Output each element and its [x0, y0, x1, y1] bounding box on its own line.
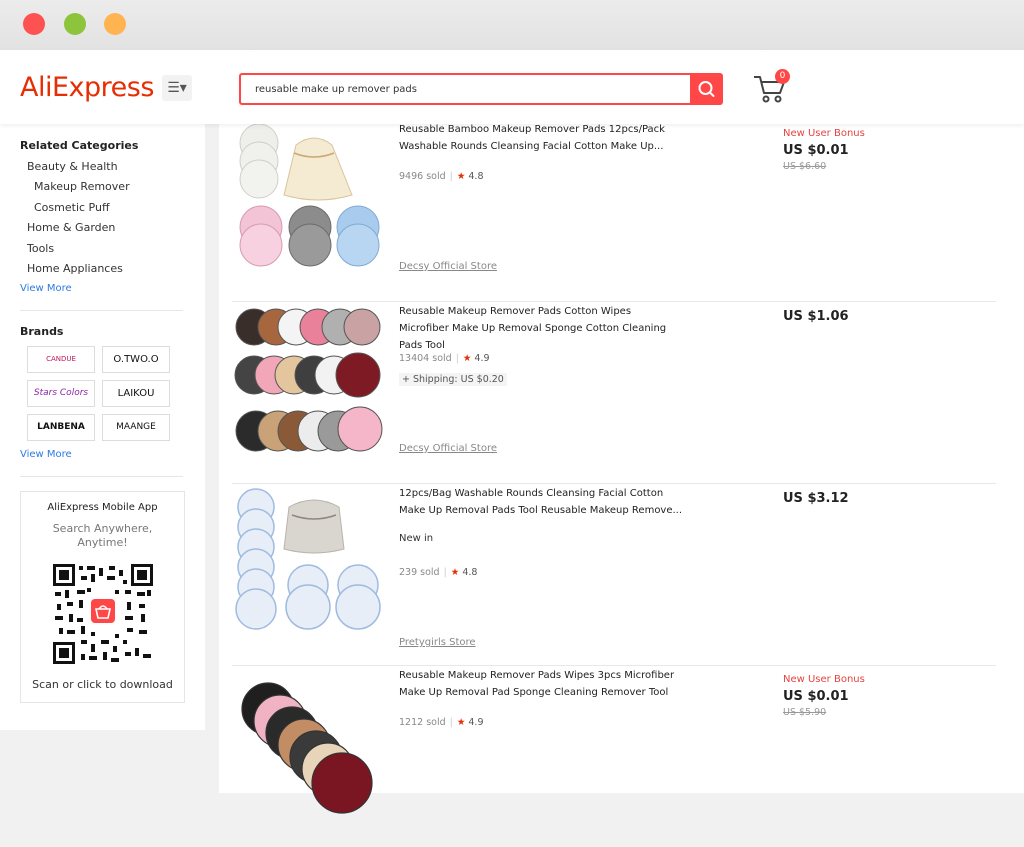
brand-logo-maange[interactable]: MAANGE: [102, 414, 170, 441]
star-icon: ★: [450, 567, 460, 578]
qr-code-icon[interactable]: [53, 564, 153, 664]
store-link[interactable]: Pretygirls Store: [399, 637, 476, 648]
maximize-window-button[interactable]: [104, 13, 126, 35]
category-home-appliances[interactable]: Home Appliances: [27, 262, 123, 275]
brand-logo-lanbena[interactable]: LANBENA: [27, 414, 95, 441]
product-title[interactable]: Reusable Bamboo Makeup Remover Pads 12pc…: [399, 121, 684, 155]
window-titlebar: [0, 0, 1024, 50]
related-categories-title: Related Categories: [20, 139, 139, 152]
divider: [20, 476, 183, 477]
brand-logo-stars-colors[interactable]: Stars Colors: [27, 380, 95, 407]
new-in-tag: New in: [399, 533, 434, 544]
product-title[interactable]: Reusable Makeup Remover Pads Cotton Wipe…: [399, 303, 684, 354]
divider: [20, 310, 183, 311]
store-link[interactable]: Decsy Official Store: [399, 443, 497, 454]
rating-value: 4.9: [468, 717, 484, 728]
product-price: US $0.01: [783, 143, 849, 158]
product-image[interactable]: [234, 669, 384, 819]
shipping-cost: + Shipping: US $0.20: [399, 373, 507, 386]
new-user-bonus-label: New User Bonus: [783, 128, 865, 139]
product-price: US $0.01: [783, 689, 849, 704]
app-download-cta[interactable]: Scan or click to download: [21, 678, 184, 691]
sold-count: 9496 sold: [399, 171, 446, 182]
product-sales-rating: 239 sold | ★ 4.8: [399, 567, 478, 578]
minimize-window-button[interactable]: [64, 13, 86, 35]
rating-value: 4.9: [474, 353, 490, 364]
cart-count-badge: 0: [775, 69, 790, 84]
product-title[interactable]: Reusable Makeup Remover Pads Wipes 3pcs …: [399, 667, 684, 701]
sidebar: Related Categories Beauty & Health Makeu…: [0, 124, 205, 730]
sold-count: 13404 sold: [399, 353, 452, 364]
rating-value: 4.8: [462, 567, 478, 578]
brand-logo-otwoo[interactable]: O.TWO.O: [102, 346, 170, 373]
category-makeup-remover[interactable]: Makeup Remover: [34, 180, 130, 193]
new-user-bonus-label: New User Bonus: [783, 674, 865, 685]
category-cosmetic-puff[interactable]: Cosmetic Puff: [34, 201, 110, 214]
app-promo-subtitle: Search Anywhere, Anytime!: [52, 522, 153, 549]
store-link[interactable]: Decsy Official Store: [399, 261, 497, 272]
product-card[interactable]: 12pcs/Bag Washable Rounds Cleansing Faci…: [232, 483, 996, 666]
original-price: US $6.60: [783, 161, 827, 172]
product-price: US $1.06: [783, 309, 849, 324]
category-home-garden[interactable]: Home & Garden: [27, 221, 115, 234]
category-menu-button[interactable]: ☰▾: [162, 75, 192, 101]
category-tools[interactable]: Tools: [27, 242, 54, 255]
brands-view-more-link[interactable]: View More: [20, 449, 72, 460]
app-promo-title: AliExpress Mobile App: [47, 502, 158, 513]
mobile-app-promo[interactable]: AliExpress Mobile App Search Anywhere, A…: [20, 491, 185, 703]
product-list: Reusable Bamboo Makeup Remover Pads 12pc…: [219, 123, 1024, 814]
product-sales-rating: 1212 sold | ★ 4.9: [399, 717, 484, 728]
product-image[interactable]: [234, 487, 384, 637]
product-card[interactable]: Reusable Makeup Remover Pads Cotton Wipe…: [232, 301, 996, 484]
brands-title: Brands: [20, 325, 64, 338]
search-button[interactable]: [690, 73, 723, 105]
star-icon: ★: [456, 717, 466, 728]
close-window-button[interactable]: [23, 13, 45, 35]
product-card[interactable]: Reusable Makeup Remover Pads Wipes 3pcs …: [232, 665, 996, 847]
categories-view-more-link[interactable]: View More: [20, 283, 72, 294]
product-card[interactable]: Reusable Bamboo Makeup Remover Pads 12pc…: [232, 119, 996, 302]
product-sales-rating: 13404 sold | ★ 4.9: [399, 353, 490, 364]
product-title[interactable]: 12pcs/Bag Washable Rounds Cleansing Faci…: [399, 485, 684, 519]
product-image[interactable]: [234, 123, 384, 273]
search-box: [239, 73, 699, 105]
search-input[interactable]: [241, 75, 699, 103]
product-image[interactable]: [234, 305, 384, 455]
original-price: US $5.90: [783, 707, 827, 718]
product-sales-rating: 9496 sold | ★ 4.8: [399, 171, 484, 182]
sold-count: 239 sold: [399, 567, 440, 578]
star-icon: ★: [462, 353, 472, 364]
category-beauty-health[interactable]: Beauty & Health: [27, 160, 118, 173]
product-price: US $3.12: [783, 491, 849, 506]
sold-count: 1212 sold: [399, 717, 446, 728]
site-header: AliExpress ☰▾ 0: [0, 50, 1024, 124]
rating-value: 4.8: [468, 171, 484, 182]
menu-icon: ☰▾: [167, 80, 187, 96]
search-icon: [698, 81, 715, 97]
brand-logo-candue[interactable]: CANDUE: [27, 346, 95, 373]
star-icon: ★: [456, 171, 466, 182]
aliexpress-logo[interactable]: AliExpress: [20, 72, 154, 103]
brand-logo-laikou[interactable]: LAIKOU: [102, 380, 170, 407]
